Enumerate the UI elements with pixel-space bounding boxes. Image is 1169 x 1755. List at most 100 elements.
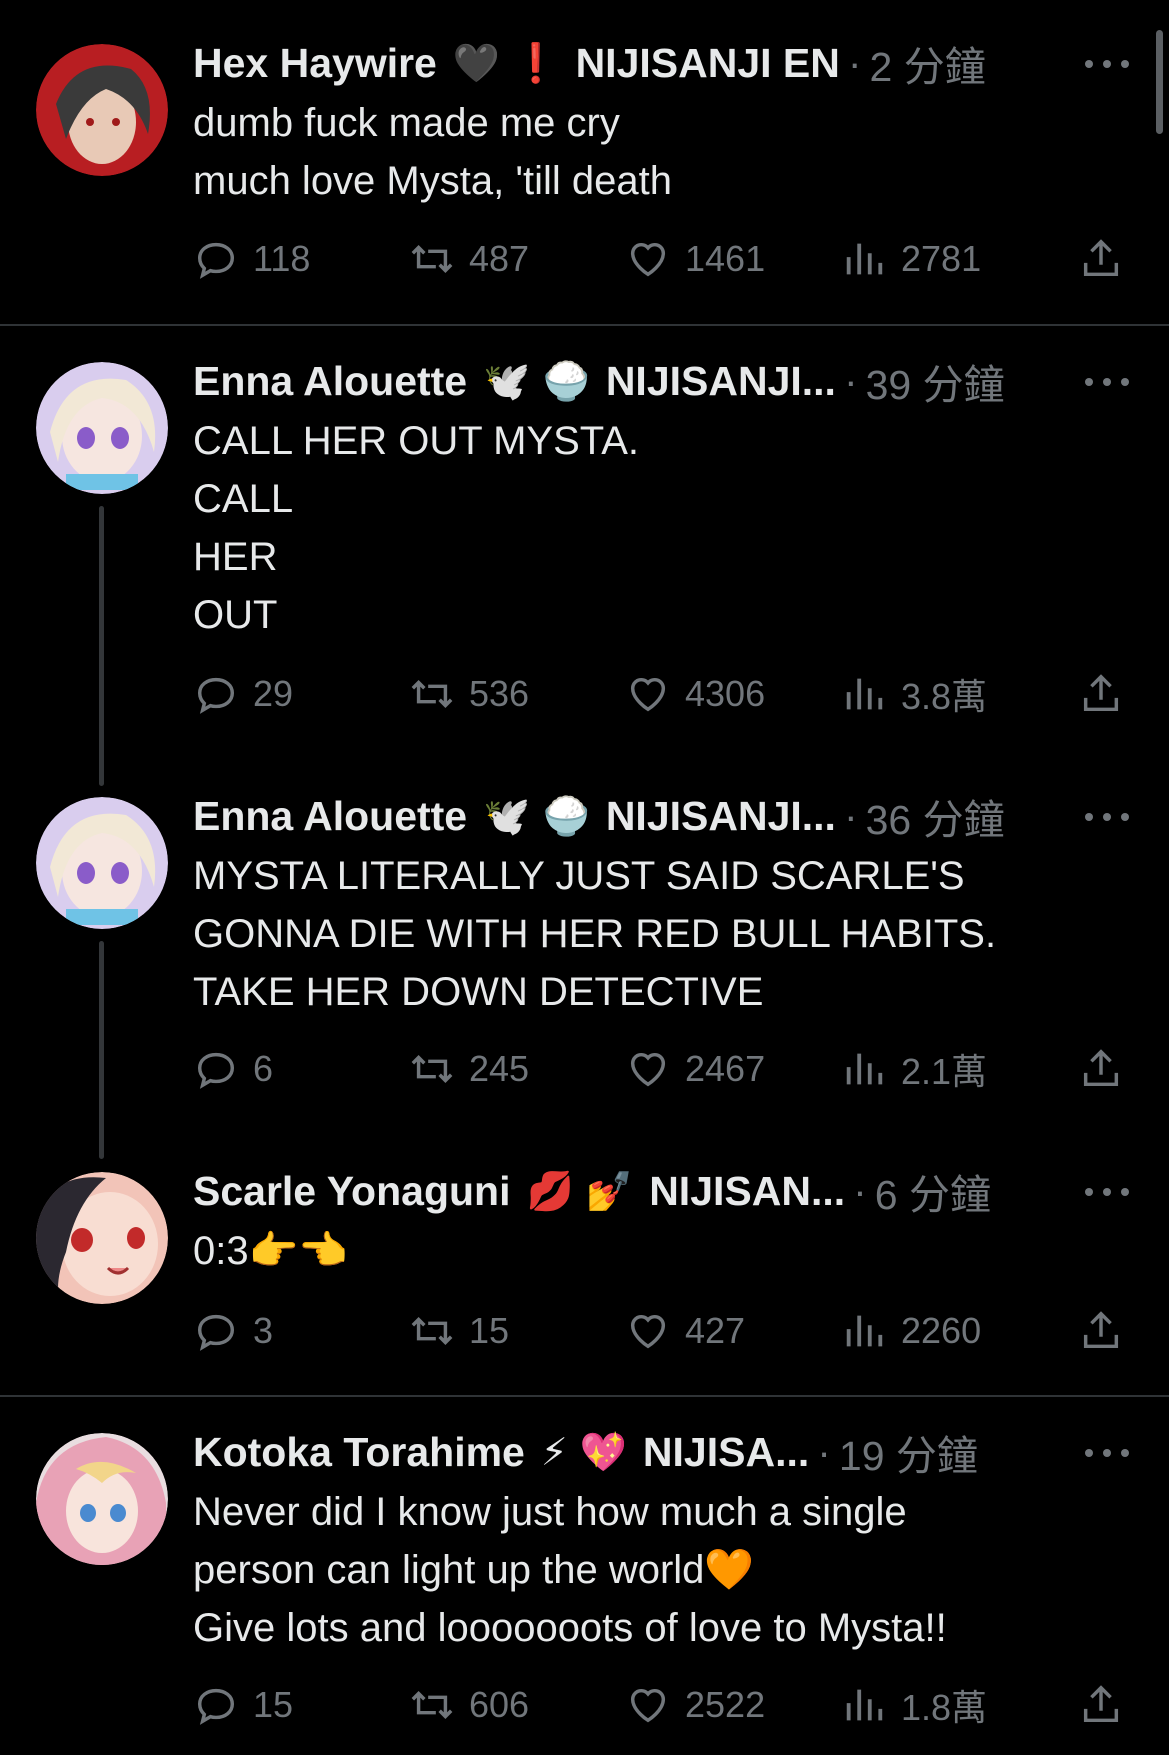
- thread-connector: [99, 506, 104, 786]
- retweet-icon: [411, 245, 453, 273]
- reply-count: 118: [253, 238, 311, 279]
- name-emojis: 🖤 ❗: [452, 40, 560, 85]
- reply-count: 3: [253, 1310, 274, 1351]
- timestamp[interactable]: 2 分鐘: [870, 33, 986, 93]
- tweet[interactable]: Enna Alouette 🕊️ 🍚 NIJISANJI... · 36 分鐘 …: [0, 761, 1169, 1159]
- affiliation: NIJISANJI...: [605, 792, 836, 839]
- retweet-icon: [411, 1055, 453, 1083]
- tweet-header: Enna Alouette 🕊️ 🍚 NIJISANJI... · 39 分鐘: [193, 355, 1099, 409]
- like-button[interactable]: 2522: [625, 1679, 765, 1731]
- affiliation: NIJISA...: [642, 1428, 810, 1475]
- tweet-header: Scarle Yonaguni 💋 💅 NIJISAN... · 6 分鐘: [193, 1165, 1099, 1219]
- timestamp[interactable]: 19 分鐘: [839, 1422, 978, 1482]
- views-button[interactable]: 2.1萬: [841, 1043, 987, 1095]
- retweet-button[interactable]: 15: [409, 1305, 509, 1357]
- heart-icon: [630, 1688, 666, 1723]
- timestamp[interactable]: 36 分鐘: [866, 786, 1005, 846]
- more-icon[interactable]: [1085, 1182, 1129, 1202]
- share-button[interactable]: [1078, 1679, 1138, 1731]
- retweet-button[interactable]: 536: [409, 668, 529, 720]
- like-button[interactable]: 4306: [625, 668, 765, 720]
- retweet-button[interactable]: 606: [409, 1679, 529, 1731]
- author-name[interactable]: Enna Alouette: [193, 793, 467, 840]
- tweet-line: OUT: [193, 593, 278, 637]
- avatar[interactable]: [36, 1433, 168, 1565]
- author-name[interactable]: Enna Alouette: [193, 358, 467, 405]
- reply-count: 15: [253, 1684, 294, 1725]
- reply-button[interactable]: 6: [193, 1043, 273, 1095]
- tweet-feed: Hex Haywire 🖤 ❗ NIJISANJI EN · 2 分鐘 dumb…: [0, 0, 1169, 1755]
- affiliation: NIJISANJI...: [605, 357, 836, 404]
- reply-button[interactable]: 29: [193, 668, 293, 720]
- avatar[interactable]: [36, 44, 168, 176]
- tweet-line: GONNA DIE WITH HER RED BULL HABITS.: [193, 912, 997, 956]
- affiliation: NIJISANJI EN: [575, 39, 840, 86]
- like-count: 427: [685, 1310, 746, 1351]
- retweet-button[interactable]: 487: [409, 233, 529, 285]
- name-emojis: 🕊️ 🍚: [483, 358, 590, 403]
- share-button[interactable]: [1078, 1305, 1138, 1357]
- views-count: 3.8萬: [901, 676, 988, 717]
- share-button[interactable]: [1078, 233, 1138, 285]
- separator: ·: [843, 792, 858, 839]
- reply-button[interactable]: 118: [193, 233, 310, 285]
- timestamp[interactable]: 39 分鐘: [866, 351, 1005, 411]
- author-name[interactable]: Scarle Yonaguni: [193, 1168, 510, 1215]
- views-icon: [846, 1053, 883, 1085]
- action-bar: 29 536 4306 3.8萬: [193, 668, 1133, 720]
- avatar[interactable]: [36, 797, 168, 929]
- views-icon: [846, 1689, 883, 1721]
- views-button[interactable]: 2781: [841, 233, 981, 285]
- timestamp[interactable]: 6 分鐘: [875, 1161, 991, 1221]
- scrollbar[interactable]: [1156, 30, 1163, 134]
- action-bar: 6 245 2467 2.1萬: [193, 1043, 1133, 1095]
- views-count: 2260: [901, 1310, 982, 1351]
- views-icon: [846, 1315, 883, 1347]
- tweet-line: much love Mysta, 'till death: [193, 159, 672, 203]
- retweet-count: 15: [469, 1310, 510, 1351]
- views-button[interactable]: 3.8萬: [841, 668, 987, 720]
- reply-button[interactable]: 15: [193, 1679, 293, 1731]
- more-icon[interactable]: [1085, 807, 1129, 827]
- like-button[interactable]: 2467: [625, 1043, 765, 1095]
- views-count: 2.1萬: [901, 1051, 988, 1092]
- tweet[interactable]: Hex Haywire 🖤 ❗ NIJISANJI EN · 2 分鐘 dumb…: [0, 0, 1169, 325]
- more-icon[interactable]: [1085, 1443, 1129, 1463]
- more-icon[interactable]: [1085, 54, 1129, 74]
- like-button[interactable]: 1461: [625, 233, 765, 285]
- action-bar: 118 487 1461 2781: [193, 233, 1133, 285]
- name-emojis: 🕊️ 🍚: [483, 793, 590, 838]
- reply-icon: [197, 1314, 235, 1351]
- reply-button[interactable]: 3: [193, 1305, 273, 1357]
- reply-icon: [197, 242, 235, 279]
- like-button[interactable]: 427: [625, 1305, 745, 1357]
- tweet-line: HER: [193, 535, 278, 579]
- author-name[interactable]: Kotoka Torahime: [193, 1429, 525, 1476]
- share-icon: [1083, 1049, 1119, 1087]
- share-icon: [1083, 1685, 1119, 1723]
- heart-icon: [630, 1314, 666, 1349]
- avatar[interactable]: [36, 362, 168, 494]
- views-count: 2781: [901, 238, 982, 279]
- share-button[interactable]: [1078, 668, 1138, 720]
- tweet-line: person can light up the world🧡: [193, 1548, 755, 1592]
- separator: ·: [853, 1167, 867, 1214]
- separator: ·: [847, 39, 862, 86]
- share-button[interactable]: [1078, 1043, 1138, 1095]
- tweet[interactable]: Scarle Yonaguni 💋 💅 NIJISAN... · 6 分鐘 0:…: [0, 1137, 1169, 1395]
- tweet[interactable]: Kotoka Torahime ⚡ 💖 NIJISA... · 19 分鐘 Ne…: [0, 1397, 1169, 1755]
- views-button[interactable]: 1.8萬: [841, 1679, 987, 1731]
- tweet[interactable]: Enna Alouette 🕊️ 🍚 NIJISANJI... · 39 分鐘 …: [0, 326, 1169, 786]
- retweet-count: 536: [469, 673, 530, 714]
- views-button[interactable]: 2260: [841, 1305, 981, 1357]
- separator: ·: [817, 1428, 831, 1475]
- tweet-header: Hex Haywire 🖤 ❗ NIJISANJI EN · 2 分鐘: [193, 37, 1099, 91]
- retweet-icon: [411, 1691, 453, 1719]
- tweet-text: MYSTA LITERALLY JUST SAID SCARLE'S GONNA…: [193, 847, 1079, 1021]
- like-count: 1461: [685, 238, 766, 279]
- retweet-button[interactable]: 245: [409, 1043, 529, 1095]
- author-name[interactable]: Hex Haywire: [193, 40, 437, 87]
- retweet-icon: [411, 1317, 453, 1345]
- more-icon[interactable]: [1085, 372, 1129, 392]
- avatar[interactable]: [36, 1172, 168, 1304]
